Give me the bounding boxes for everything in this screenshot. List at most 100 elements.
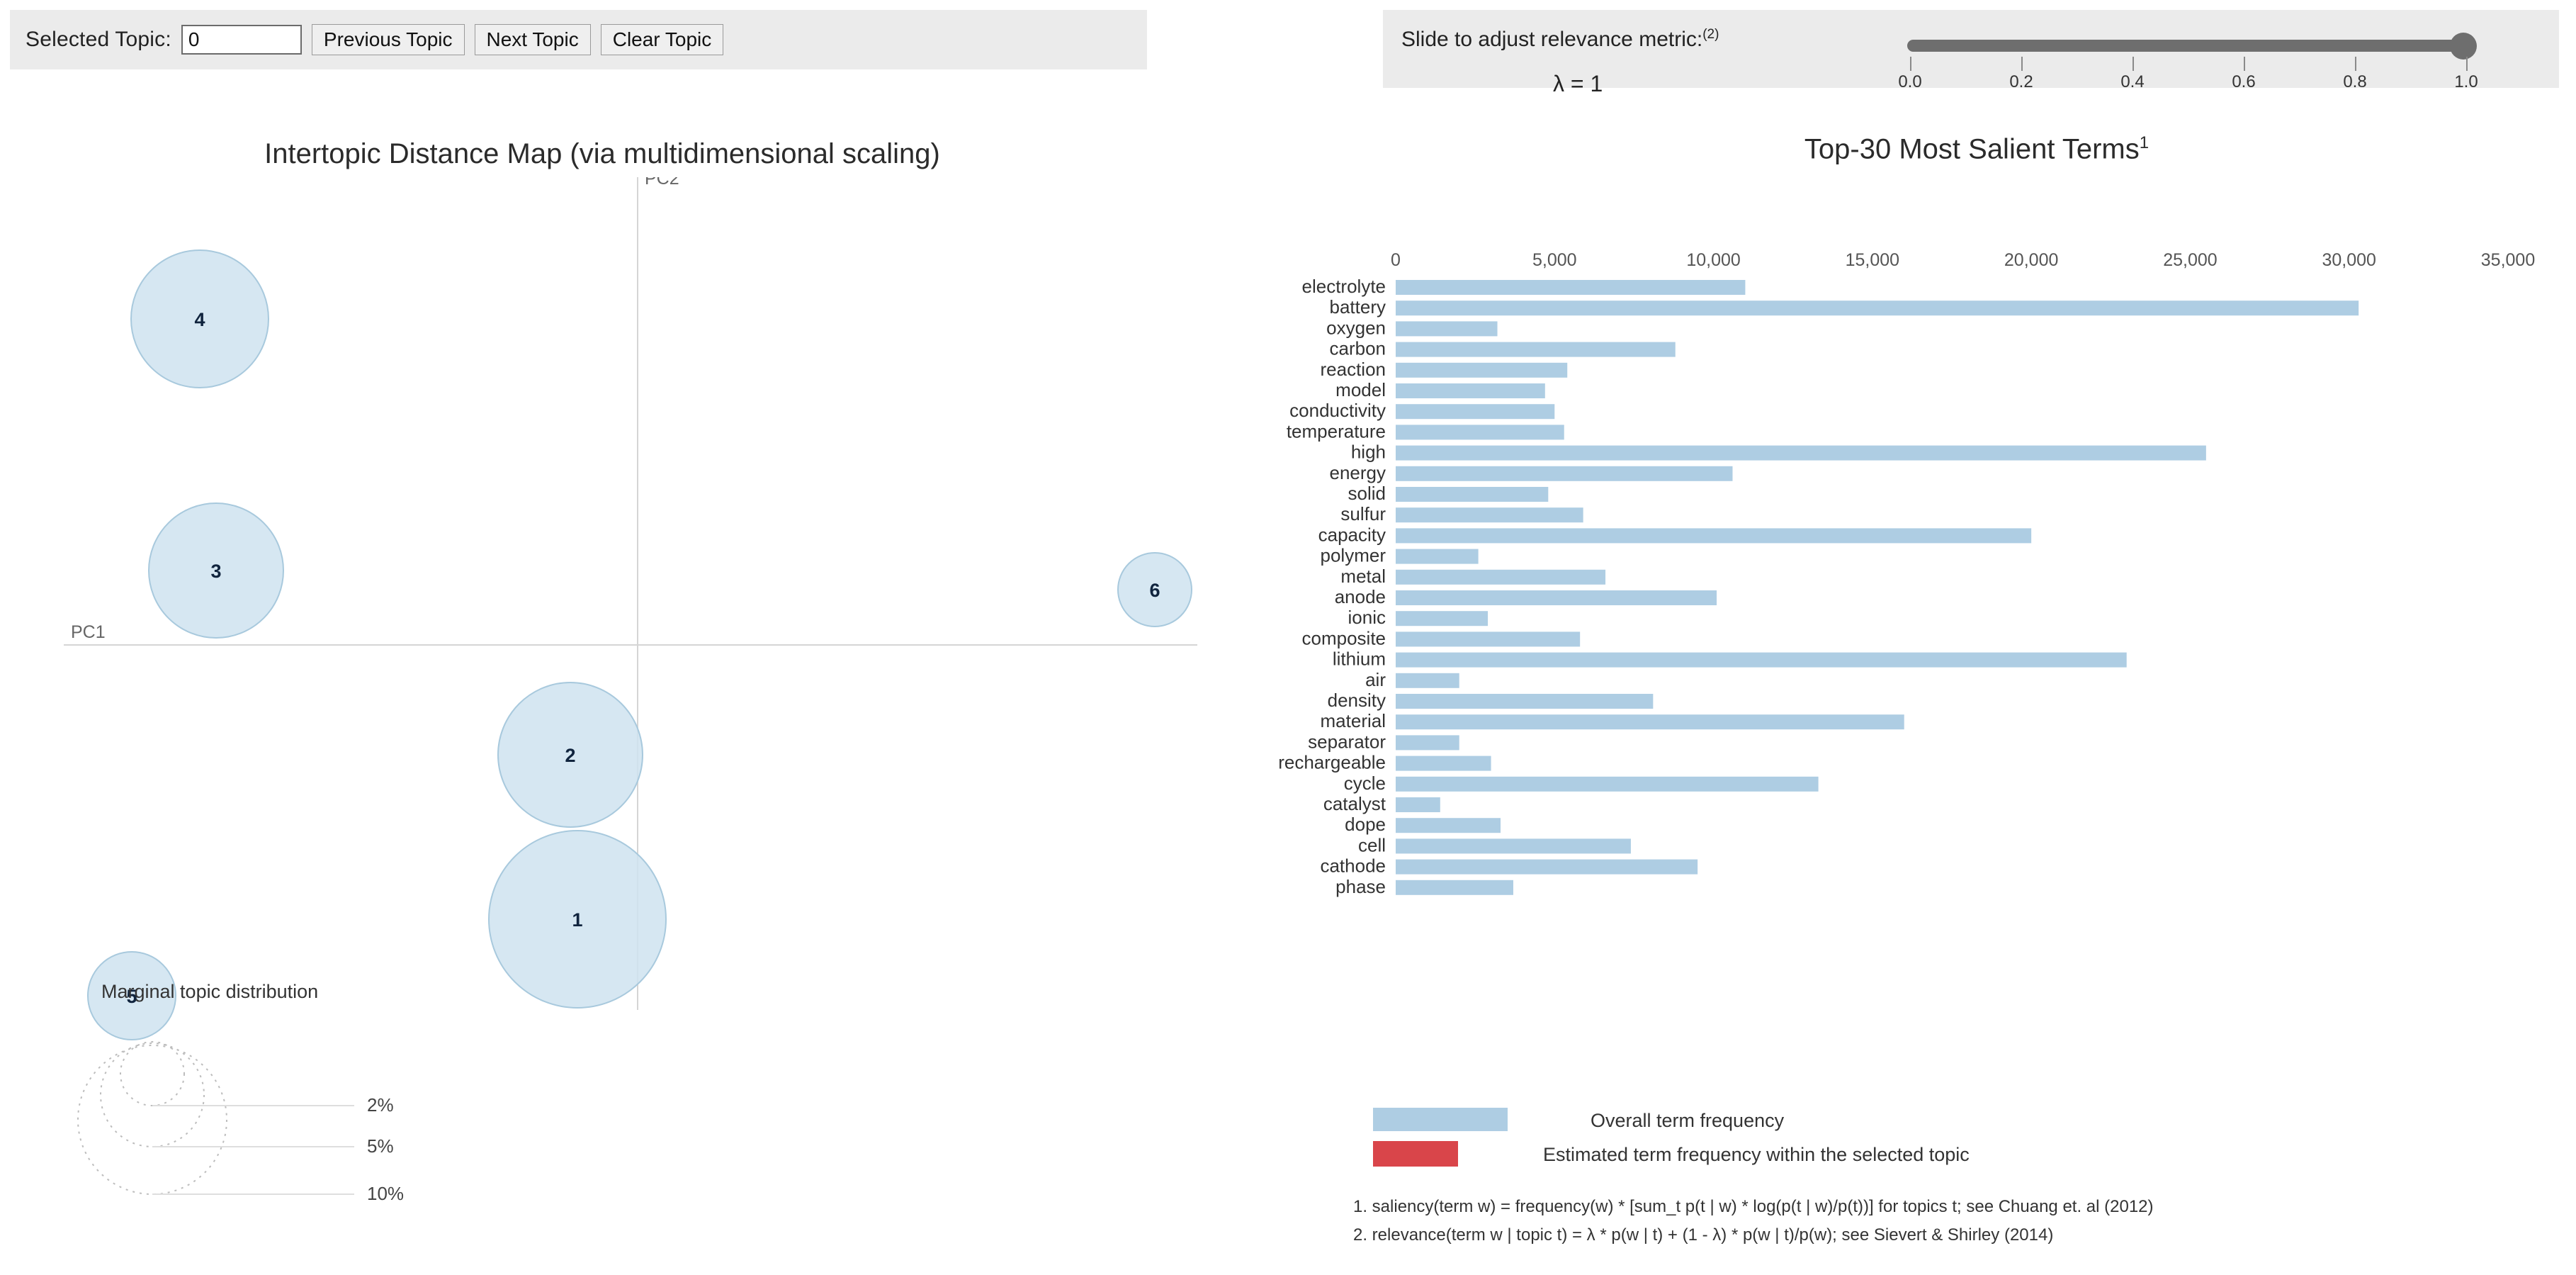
relevance-slider-handle[interactable] (2450, 33, 2477, 60)
term-frequency-bar[interactable] (1396, 466, 1733, 481)
term-frequency-bar[interactable] (1396, 590, 1717, 605)
term-frequency-bar[interactable] (1396, 487, 1549, 502)
bar-chart-bars: electrolytebatteryoxygencarbonreactionmo… (1278, 276, 2359, 897)
x-axis-tick-label: 5,000 (1532, 250, 1577, 270)
term-frequency-bar[interactable] (1396, 818, 1501, 833)
term-label[interactable]: temperature (1287, 420, 1386, 442)
term-label[interactable]: anode (1335, 586, 1386, 607)
relevance-slider-track[interactable] (1907, 40, 2468, 52)
term-frequency-bar[interactable] (1396, 859, 1698, 875)
x-axis-tick-label: 30,000 (2322, 250, 2376, 270)
term-label[interactable]: catalyst (1323, 793, 1386, 814)
term-frequency-bar[interactable] (1396, 673, 1459, 688)
marginal-distribution-title: Marginal topic distribution (101, 981, 318, 1002)
relevance-slider-ticks: 0.0 0.2 0.4 0.6 0.8 1.0 (1898, 57, 2478, 91)
term-frequency-bar[interactable] (1396, 528, 2032, 544)
term-label[interactable]: sulfur (1340, 503, 1386, 524)
pc2-axis-label: PC2 (645, 177, 679, 189)
term-label[interactable]: dope (1345, 814, 1386, 835)
footnote-2: 2. relevance(term w | topic t) = λ * p(w… (1353, 1225, 2053, 1245)
term-frequency-bar[interactable] (1396, 797, 1440, 812)
term-label[interactable]: battery (1330, 296, 1386, 318)
topic-bubble-label-4: 4 (194, 309, 205, 330)
term-label[interactable]: phase (1335, 876, 1386, 897)
marginal-label-5pct: 5% (367, 1135, 394, 1157)
slider-tick-2: 0.4 (2120, 72, 2145, 91)
slider-tick-4: 0.8 (2343, 72, 2367, 91)
term-label[interactable]: capacity (1318, 524, 1386, 545)
term-frequency-bar[interactable] (1396, 301, 2359, 316)
term-frequency-bar[interactable] (1396, 507, 1583, 523)
legend-swatch-overall (1373, 1108, 1508, 1131)
term-label[interactable]: material (1321, 710, 1386, 731)
salient-terms-footnote-ref: 1 (2139, 133, 2150, 152)
footnote-1: 1. saliency(term w) = frequency(w) * [su… (1353, 1197, 2154, 1216)
term-frequency-bar[interactable] (1396, 445, 2206, 461)
term-label[interactable]: high (1351, 442, 1386, 463)
topic-bubble-label-2: 2 (565, 745, 575, 766)
topic-bubble-label-6: 6 (1149, 580, 1160, 601)
term-label[interactable]: carbon (1330, 338, 1386, 359)
term-frequency-bar[interactable] (1396, 611, 1488, 627)
next-topic-button[interactable]: Next Topic (474, 24, 591, 55)
term-label[interactable]: metal (1340, 566, 1386, 587)
term-frequency-bar[interactable] (1396, 756, 1491, 771)
term-label[interactable]: separator (1308, 731, 1386, 752)
term-label[interactable]: reaction (1321, 359, 1386, 380)
term-frequency-bar[interactable] (1396, 425, 1564, 440)
relevance-slider-label-text: Slide to adjust relevance metric: (1401, 28, 1703, 51)
term-frequency-bar[interactable] (1396, 694, 1654, 709)
term-label[interactable]: rechargeable (1278, 752, 1386, 773)
term-label[interactable]: composite (1302, 627, 1386, 648)
term-frequency-bar[interactable] (1396, 321, 1498, 337)
x-axis-tick-label: 10,000 (1686, 250, 1740, 270)
term-label[interactable]: cathode (1320, 855, 1386, 877)
intertopic-distance-map: PC1 PC2 1 2 3 4 5 6 Marginal topic distr… (64, 177, 1197, 1204)
selected-topic-input[interactable] (181, 25, 302, 55)
marginal-circle-10pct (77, 1045, 227, 1195)
term-frequency-bar[interactable] (1396, 631, 1581, 647)
term-label[interactable]: solid (1348, 483, 1386, 504)
x-axis-tick-label: 25,000 (2163, 250, 2217, 270)
term-label[interactable]: lithium (1333, 648, 1386, 670)
term-frequency-bar[interactable] (1396, 880, 1513, 895)
legend-label-overall: Overall term frequency (1591, 1110, 1785, 1131)
term-frequency-bar[interactable] (1396, 362, 1568, 378)
term-frequency-bar[interactable] (1396, 383, 1545, 398)
marginal-circle-2pct (120, 1041, 185, 1106)
term-label[interactable]: energy (1330, 462, 1386, 483)
slider-tick-0: 0.0 (1898, 72, 1922, 91)
clear-topic-button[interactable]: Clear Topic (600, 24, 724, 55)
lambda-value-label: λ = 1 (1553, 71, 1603, 96)
term-label[interactable]: ionic (1348, 607, 1386, 628)
term-frequency-bar[interactable] (1396, 714, 1904, 730)
term-label[interactable]: model (1335, 379, 1386, 400)
term-frequency-bar[interactable] (1396, 342, 1676, 357)
term-label[interactable]: density (1328, 690, 1386, 711)
term-label[interactable]: cell (1358, 834, 1386, 855)
previous-topic-button[interactable]: Previous Topic (311, 24, 465, 55)
term-frequency-bar[interactable] (1396, 404, 1555, 420)
term-frequency-bar[interactable] (1396, 735, 1459, 751)
salient-terms-title: Top-30 Most Salient Terms1 (1389, 133, 2565, 165)
marginal-label-10pct: 10% (367, 1183, 404, 1204)
intertopic-map-title: Intertopic Distance Map (via multidimens… (264, 138, 940, 169)
term-label[interactable]: air (1365, 669, 1386, 690)
legend-label-selected: Estimated term frequency within the sele… (1543, 1144, 1970, 1165)
term-label[interactable]: conductivity (1289, 400, 1386, 421)
pc1-axis-label: PC1 (71, 622, 106, 642)
term-frequency-bar[interactable] (1396, 652, 2127, 668)
term-frequency-bar[interactable] (1396, 549, 1479, 564)
term-frequency-bar[interactable] (1396, 776, 1819, 792)
term-frequency-bar[interactable] (1396, 569, 1606, 585)
term-label[interactable]: electrolyte (1302, 276, 1386, 297)
term-frequency-bar[interactable] (1396, 280, 1746, 295)
term-label[interactable]: cycle (1344, 773, 1386, 794)
topic-bubble-label-1: 1 (572, 909, 582, 931)
slider-tick-3: 0.6 (2232, 72, 2256, 91)
term-frequency-bar[interactable] (1396, 838, 1631, 854)
topic-control-bar: Selected Topic: Previous Topic Next Topi… (10, 10, 1147, 69)
x-axis-tick-label: 35,000 (2481, 250, 2535, 270)
term-label[interactable]: polymer (1321, 545, 1386, 566)
term-label[interactable]: oxygen (1326, 317, 1386, 338)
